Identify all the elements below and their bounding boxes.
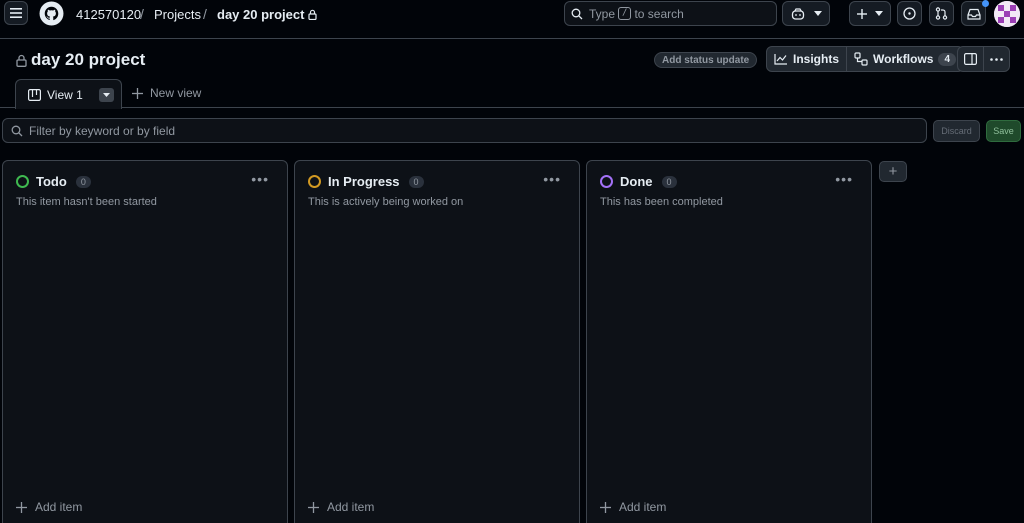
search-shortcut-key: / [618, 7, 632, 20]
pull-request-icon [935, 7, 948, 20]
plus-icon [308, 501, 319, 513]
discard-button[interactable]: Discard [933, 120, 980, 142]
workflows-label: Workflows [873, 52, 934, 66]
column-description: This item hasn't been started [16, 196, 157, 208]
column-description: This has been completed [600, 196, 723, 208]
breadcrumb-owner[interactable]: 412570120 [76, 7, 141, 22]
copilot-button[interactable] [782, 1, 830, 26]
filter-placeholder: Filter by keyword or by field [29, 123, 176, 138]
chevron-down-icon [814, 11, 822, 16]
column-count-badge: 0 [408, 175, 424, 188]
board-column-todo: Todo 0 ••• This item hasn't been started… [2, 160, 288, 523]
avatar[interactable] [994, 1, 1020, 27]
tabs-divider [0, 107, 1024, 108]
issues-button[interactable] [897, 1, 922, 26]
breadcrumb-separator: / [203, 6, 207, 22]
hamburger-icon [10, 8, 22, 18]
lock-icon [308, 9, 318, 20]
header-divider [0, 38, 1024, 39]
search-icon [571, 8, 583, 19]
create-new-button[interactable] [849, 1, 891, 26]
breadcrumb-project-label: day 20 project [217, 7, 305, 22]
breadcrumb-separator: / [140, 6, 144, 22]
workflows-button[interactable]: Workflows 4 [846, 47, 963, 71]
add-column-button[interactable]: + [879, 161, 907, 182]
tab-view-1[interactable]: View 1 [15, 79, 122, 109]
new-view-button[interactable]: New view [132, 86, 201, 100]
side-panel-toggle-button[interactable] [957, 46, 984, 72]
breadcrumb-current-project[interactable]: day 20 project [217, 7, 318, 22]
menu-button[interactable] [4, 1, 28, 25]
chevron-down-icon [102, 92, 110, 97]
column-title: Todo [36, 174, 67, 189]
column-more-options-icon[interactable]: ••• [543, 171, 561, 187]
status-circle-icon [308, 175, 321, 188]
add-item-button[interactable]: Add item [308, 500, 374, 514]
tab-view-1-label: View 1 [47, 87, 83, 102]
search-suffix: to search [634, 6, 684, 21]
graph-icon [774, 54, 787, 65]
workflow-icon [854, 52, 868, 66]
board-column-done: Done 0 ••• This has been completed Add i… [586, 160, 872, 523]
add-item-button[interactable]: Add item [16, 500, 82, 514]
column-count-badge: 0 [661, 175, 677, 188]
add-item-label: Add item [619, 500, 667, 514]
column-more-options-icon[interactable]: ••• [835, 171, 853, 187]
add-status-update-button[interactable]: Add status update [654, 52, 758, 68]
column-title: Done [620, 174, 653, 189]
copilot-icon [791, 7, 805, 20]
column-header: Todo 0 [16, 174, 91, 189]
insights-label: Insights [793, 52, 840, 66]
lock-icon [16, 54, 27, 67]
column-more-options-icon[interactable]: ••• [251, 171, 269, 187]
notification-dot [982, 0, 989, 7]
save-button[interactable]: Save [986, 120, 1021, 142]
project-actions-group: Insights Workflows 4 [766, 46, 965, 72]
project-title-text: day 20 project [31, 50, 146, 69]
board-column-in-progress: In Progress 0 ••• This is actively being… [294, 160, 580, 523]
page-title: day 20 project [16, 50, 145, 70]
workflows-count-badge: 4 [938, 52, 957, 66]
kebab-horizontal-icon [990, 57, 1003, 61]
view-options-button[interactable] [98, 87, 114, 102]
plus-icon [857, 8, 867, 19]
chevron-down-icon [875, 11, 883, 16]
insights-button[interactable]: Insights [767, 47, 846, 71]
column-title: In Progress [328, 174, 400, 189]
plus-icon [600, 501, 611, 513]
add-item-label: Add item [35, 500, 83, 514]
column-header: Done 0 [600, 174, 677, 189]
plus-icon [132, 87, 143, 99]
add-item-label: Add item [327, 500, 375, 514]
search-prefix: Type [589, 6, 616, 21]
add-item-button[interactable]: Add item [600, 500, 666, 514]
github-logo-icon[interactable] [39, 1, 64, 26]
column-header: In Progress 0 [308, 174, 424, 189]
status-circle-icon [600, 175, 613, 188]
status-circle-icon [16, 175, 29, 188]
search-input[interactable]: Type / to search [564, 1, 777, 26]
column-count-badge: 0 [75, 175, 91, 188]
tab-active-underline [16, 107, 121, 108]
plus-icon [16, 501, 27, 513]
inbox-icon [966, 8, 981, 20]
new-view-label: New view [150, 86, 202, 100]
issue-icon [903, 7, 916, 20]
pull-requests-button[interactable] [929, 1, 954, 26]
breadcrumb-projects[interactable]: Projects [154, 7, 201, 22]
top-navigation-bar: 412570120 / Projects / day 20 project Ty… [0, 0, 1024, 30]
search-icon [11, 125, 23, 136]
board-icon [28, 88, 41, 101]
sidebar-expand-icon [964, 53, 977, 65]
filter-input[interactable]: Filter by keyword or by field [2, 118, 927, 143]
more-options-button[interactable] [983, 46, 1010, 72]
column-description: This is actively being worked on [308, 196, 464, 208]
